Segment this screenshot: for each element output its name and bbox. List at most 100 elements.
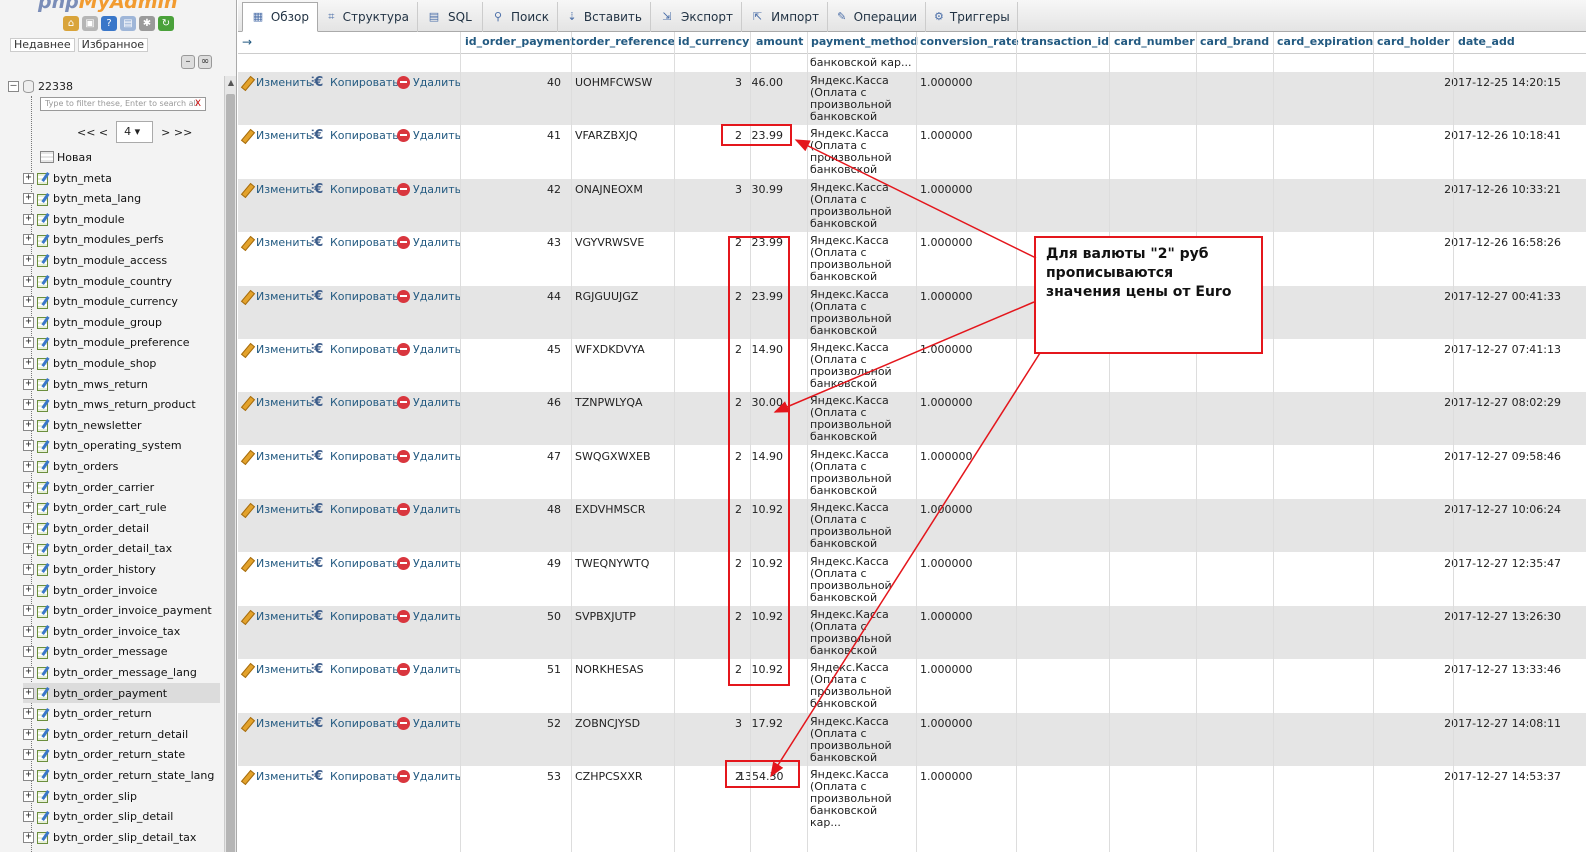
cell-conversion-rate[interactable]: 1.000000	[920, 450, 973, 463]
delete-link[interactable]: Удалить	[397, 503, 461, 517]
delete-link[interactable]: Удалить	[397, 343, 461, 356]
table-icon[interactable]	[37, 481, 51, 494]
table-icon[interactable]	[37, 172, 51, 185]
cell-id[interactable]: 51	[528, 663, 561, 676]
cell-amount[interactable]: 30.99	[738, 183, 784, 196]
cell-order-reference[interactable]: SVPBXJUTP	[575, 610, 636, 623]
cell-date-add[interactable]: 2017-12-25 14:20:15	[1418, 76, 1561, 89]
table-icon[interactable]	[37, 502, 51, 515]
cell-conversion-rate[interactable]: 1.000000	[920, 343, 973, 356]
cell-id[interactable]: 53	[528, 770, 561, 783]
nav-table-label[interactable]: bytn_order_invoice	[53, 584, 157, 597]
table-icon[interactable]	[37, 790, 51, 803]
nav-table-item[interactable]: + bytn_order_slip_detail_tax	[23, 827, 220, 847]
table-icon[interactable]	[37, 728, 51, 742]
nav-table-label[interactable]: bytn_mws_return_product	[53, 398, 196, 411]
cell-conversion-rate[interactable]: 1.000000	[920, 503, 973, 516]
copy-link[interactable]: ⫶€ Копировать	[311, 183, 399, 196]
cell-conversion-rate[interactable]: 1.000000	[920, 717, 973, 730]
nav-table-item[interactable]: + bytn_order_return	[23, 704, 220, 724]
database-name[interactable]: 22338	[38, 80, 73, 93]
cell-conversion-rate[interactable]: 1.000000	[920, 557, 973, 570]
delete-link[interactable]: Удалить	[397, 770, 461, 784]
expand-icon[interactable]: +	[23, 708, 34, 720]
nav-table-label[interactable]: bytn_module	[53, 213, 125, 226]
nav-scrollbar[interactable]: ▲	[224, 76, 236, 852]
nav-table-item[interactable]: + bytn_order_history	[23, 559, 220, 579]
copy-link[interactable]: ⫶€ Копировать	[311, 76, 399, 89]
nav-table-item[interactable]: + bytn_module_currency	[23, 292, 220, 312]
cell-amount[interactable]: 17.92	[738, 717, 784, 730]
copy-link[interactable]: ⫶€ Копировать	[311, 343, 399, 356]
tab-export[interactable]: ⇲ Экспорт	[651, 2, 742, 32]
table-icon[interactable]	[37, 749, 51, 762]
nav-table-item[interactable]: + bytn_newsletter	[23, 415, 220, 435]
expand-icon[interactable]: +	[23, 749, 34, 761]
next-page-link[interactable]: > >>	[161, 126, 192, 139]
cell-conversion-rate[interactable]: 1.000000	[920, 129, 973, 142]
table-icon[interactable]	[37, 254, 51, 268]
cell-id[interactable]: 42	[528, 183, 561, 196]
expand-icon[interactable]: +	[23, 172, 34, 184]
expand-icon[interactable]: +	[23, 811, 34, 823]
database-node[interactable]: – 22338	[8, 80, 73, 93]
table-icon[interactable]	[37, 584, 51, 597]
nav-table-label[interactable]: bytn_module_preference	[53, 336, 190, 349]
logout-icon[interactable]: ▣	[82, 16, 98, 31]
table-icon[interactable]	[37, 440, 51, 453]
copy-link[interactable]: ⫶€ Копировать	[311, 503, 399, 516]
nav-table-item[interactable]: + bytn_module_preference	[23, 333, 220, 353]
nav-table-label[interactable]: bytn_meta	[53, 172, 112, 185]
cell-date-add[interactable]: 2017-12-27 08:02:29	[1418, 396, 1561, 409]
cell-date-add[interactable]: 2017-12-27 00:41:33	[1418, 290, 1561, 303]
cell-id[interactable]: 44	[528, 290, 561, 303]
nav-table-label[interactable]: bytn_order_message_lang	[53, 666, 197, 679]
expand-icon[interactable]: +	[23, 687, 34, 699]
nav-table-label[interactable]: bytn_operating_system	[53, 439, 182, 452]
scroll-up-icon[interactable]: ▲	[225, 78, 236, 87]
table-icon[interactable]	[37, 378, 51, 391]
cell-order-reference[interactable]: SWQGXWXEB	[575, 450, 651, 463]
tab-wrench[interactable]: ✎ Операции	[828, 2, 926, 32]
delete-link[interactable]: Удалить	[397, 716, 461, 730]
cell-date-add[interactable]: 2017-12-27 10:06:24	[1418, 503, 1561, 516]
nav-table-item[interactable]: + bytn_order_slip	[23, 786, 220, 806]
cell-conversion-rate[interactable]: 1.000000	[920, 236, 973, 249]
copy-link[interactable]: ⫶€ Копировать	[311, 290, 399, 303]
cell-id[interactable]: 49	[528, 557, 561, 570]
edit-link[interactable]: Изменить	[240, 76, 312, 89]
tab-triggers[interactable]: ⚙ Триггеры	[926, 2, 1018, 32]
nav-table-label[interactable]: bytn_module_access	[53, 254, 167, 267]
cell-order-reference[interactable]: RGJGUUJGZ	[575, 290, 638, 303]
edit-link[interactable]: Изменить	[240, 450, 312, 463]
table-filter-input[interactable]: Type to filter these, Enter to search al…	[40, 97, 206, 111]
cell-conversion-rate[interactable]: 1.000000	[920, 183, 973, 196]
table-icon[interactable]	[37, 666, 51, 680]
tab-table[interactable]: ▦ Обзор	[242, 2, 318, 32]
nav-table-label[interactable]: bytn_order_carrier	[53, 481, 154, 494]
scroll-thumb[interactable]	[226, 94, 235, 852]
delete-link[interactable]: Удалить	[397, 396, 461, 410]
cell-conversion-rate[interactable]: 1.000000	[920, 610, 973, 623]
column-header[interactable]: id_currency	[678, 35, 749, 48]
copy-link[interactable]: ⫶€ Копировать	[311, 450, 399, 463]
copy-link[interactable]: ⫶€ Копировать	[311, 129, 399, 142]
cell-id[interactable]: 52	[528, 717, 561, 730]
nav-table-item[interactable]: + bytn_order_return_state	[23, 745, 220, 765]
cell-date-add[interactable]: 2017-12-27 14:53:37	[1418, 770, 1561, 783]
cell-order-reference[interactable]: CZHPCSXXR	[575, 770, 643, 783]
nav-table-label[interactable]: bytn_order_invoice_payment	[53, 604, 212, 617]
nav-table-label[interactable]: bytn_order_payment	[53, 687, 167, 700]
nav-table-label[interactable]: bytn_newsletter	[53, 419, 141, 432]
edit-link[interactable]: Изменить	[240, 610, 312, 623]
edit-link[interactable]: Изменить	[240, 770, 312, 783]
column-header[interactable]: id_order_payment	[465, 35, 576, 48]
table-icon[interactable]	[37, 605, 51, 618]
copy-link[interactable]: ⫶€ Копировать	[311, 770, 399, 783]
cell-id[interactable]: 41	[528, 129, 561, 142]
reload-icon[interactable]: ↻	[158, 16, 174, 31]
nav-table-label[interactable]: bytn_order_history	[53, 563, 156, 576]
cell-order-reference[interactable]: EXDVHMSCR	[575, 503, 645, 516]
expand-icon[interactable]: +	[23, 543, 34, 555]
tab-insert[interactable]: ⇣ Вставить	[558, 2, 651, 32]
